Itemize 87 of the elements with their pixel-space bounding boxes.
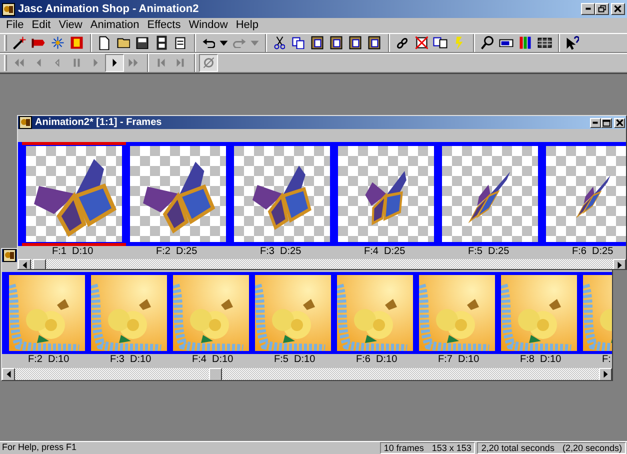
maximize-icon [602,118,611,126]
menu-item[interactable]: View [54,19,86,32]
scroll-left-button[interactable] [18,259,31,269]
menu-item[interactable]: Help [232,19,262,32]
document-icon[interactable] [19,116,32,129]
frame-label: F:3 D:10 [110,354,152,366]
status-text: For Help, press F1 [1,441,78,454]
clipboard-icon [330,36,343,50]
sparkle-icon [50,36,64,50]
caret-icon [219,40,229,46]
frame-label: F:2 D:25 [156,246,198,258]
page-icon [99,36,110,50]
lightning-icon [455,36,464,50]
frame-label: F:6 D:25 [572,246,614,258]
frame-label: F:3 D:25 [260,246,302,258]
right-arrow-icon [602,370,608,379]
status-text: 2,20 total seconds [481,443,554,453]
restore-icon [598,5,606,13]
minimize-button[interactable] [581,3,595,15]
rewind-icon [14,58,25,68]
frame-label: F:6 D:10 [356,354,398,366]
play-back-icon [55,59,60,67]
undo-icon [202,38,216,48]
clipboard-icon [349,36,362,50]
minimize-icon [592,120,599,124]
right-arrow-icon [616,261,622,269]
menu-item[interactable]: Edit [28,19,55,32]
left-arrow-icon [6,370,12,379]
restore-button[interactable] [595,3,609,15]
minimize-icon [584,7,592,11]
chain-icon [396,36,409,50]
window-title: Jasc Animation Shop - Animation2 [18,4,199,14]
frame-label: F:1 D:10 [52,246,94,258]
status-text: 153 x 153 [432,443,472,453]
left-arrow-icon [22,261,28,269]
close-icon [614,5,622,13]
caret-icon [250,40,260,46]
document-icon[interactable] [3,249,16,262]
menu-item[interactable]: Effects [143,19,185,32]
play-icon [112,58,118,68]
play-button[interactable] [105,54,124,72]
play-icon [92,58,98,68]
copy-icon [292,36,305,50]
pause-icon [72,58,80,68]
status-text: (2,20 seconds) [562,443,622,453]
step-left-icon [36,58,42,68]
color-bars-icon [519,36,532,50]
grid-icon [536,37,552,49]
help-icon [566,36,580,50]
frame-label: F:4 D:25 [364,246,406,258]
frame-label: F:7 D:10 [438,354,480,366]
frames-icon [433,37,448,49]
menu-item[interactable]: Animation [86,19,144,32]
app-icon[interactable] [2,2,15,16]
scroll-right-button[interactable] [599,368,612,380]
wand-icon [12,36,26,50]
frame-label: F:5 D:25 [468,246,510,258]
menu-item[interactable]: File [2,19,28,32]
frame-label: F:2 D:10 [28,354,70,366]
clipboard-icon [311,36,324,50]
delete-icon [414,36,428,50]
scroll-left-button[interactable] [2,368,15,380]
magnifier-icon [481,36,494,50]
status-text: 10 frames [384,443,424,453]
step-forward-icon [176,58,185,68]
frame-label: F:4 D:10 [192,354,234,366]
scroll-right-button[interactable] [613,259,626,269]
scissors-icon [274,36,286,50]
frame-label: F: [602,354,611,366]
minimize-button[interactable] [590,118,601,128]
close-button[interactable] [614,118,625,128]
folder-icon [116,38,130,48]
close-icon [616,118,624,126]
fast-forward-icon [128,58,139,68]
redo-icon [232,38,246,48]
banner-icon [31,38,46,48]
page-icon [175,36,186,50]
clipboard-icon [368,36,381,50]
frame-label: F:8 D:10 [520,354,562,366]
frame-label: F:5 D:10 [274,354,316,366]
step-back-icon [157,58,166,68]
scroll-thumb[interactable] [209,368,222,380]
menu-item[interactable]: Window [184,19,232,32]
window-title: Animation2* [1:1] - Frames [35,118,162,128]
scroll-thumb[interactable] [33,259,46,269]
maximize-button[interactable] [601,118,612,128]
delete-button[interactable] [412,34,431,52]
